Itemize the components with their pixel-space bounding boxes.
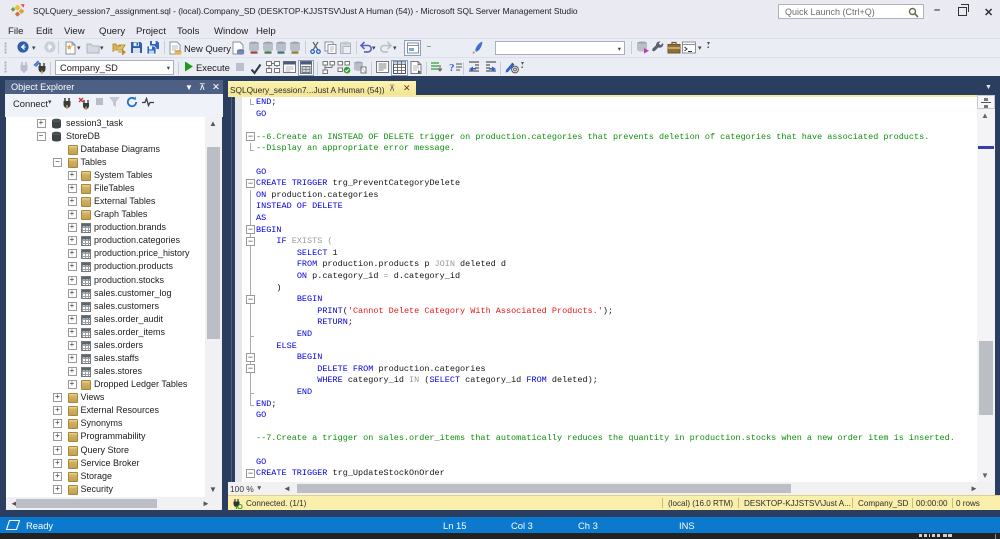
- svg-text:?: ?: [449, 62, 455, 73]
